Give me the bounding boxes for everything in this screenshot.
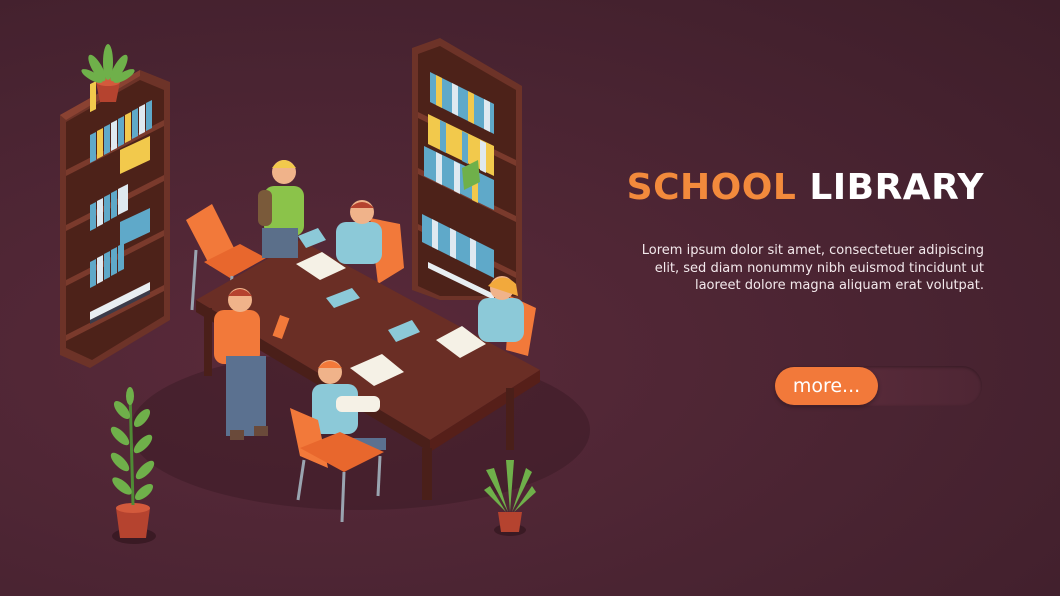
library-illustration — [60, 38, 590, 544]
description-text: Lorem ipsum dolor sit amet, consectetuer… — [600, 242, 984, 295]
page-title: SCHOOL LIBRARY — [600, 164, 984, 212]
bookshelf-left-icon — [60, 70, 170, 368]
potted-plant-small-icon — [484, 460, 536, 536]
description-line: elit, sed diam nonummy nibh euismod tinc… — [654, 260, 984, 276]
description-line: laoreet dolore magna aliquam erat volutp… — [694, 278, 984, 293]
more-button[interactable]: more... — [775, 367, 878, 405]
bookshelf-center-icon — [412, 38, 522, 300]
title-word-school: SCHOOL — [626, 167, 797, 208]
title-word-library: LIBRARY — [809, 167, 984, 208]
potted-plant-tall-icon — [110, 387, 156, 544]
description-line: Lorem ipsum dolor sit amet, consectetuer… — [641, 243, 984, 258]
